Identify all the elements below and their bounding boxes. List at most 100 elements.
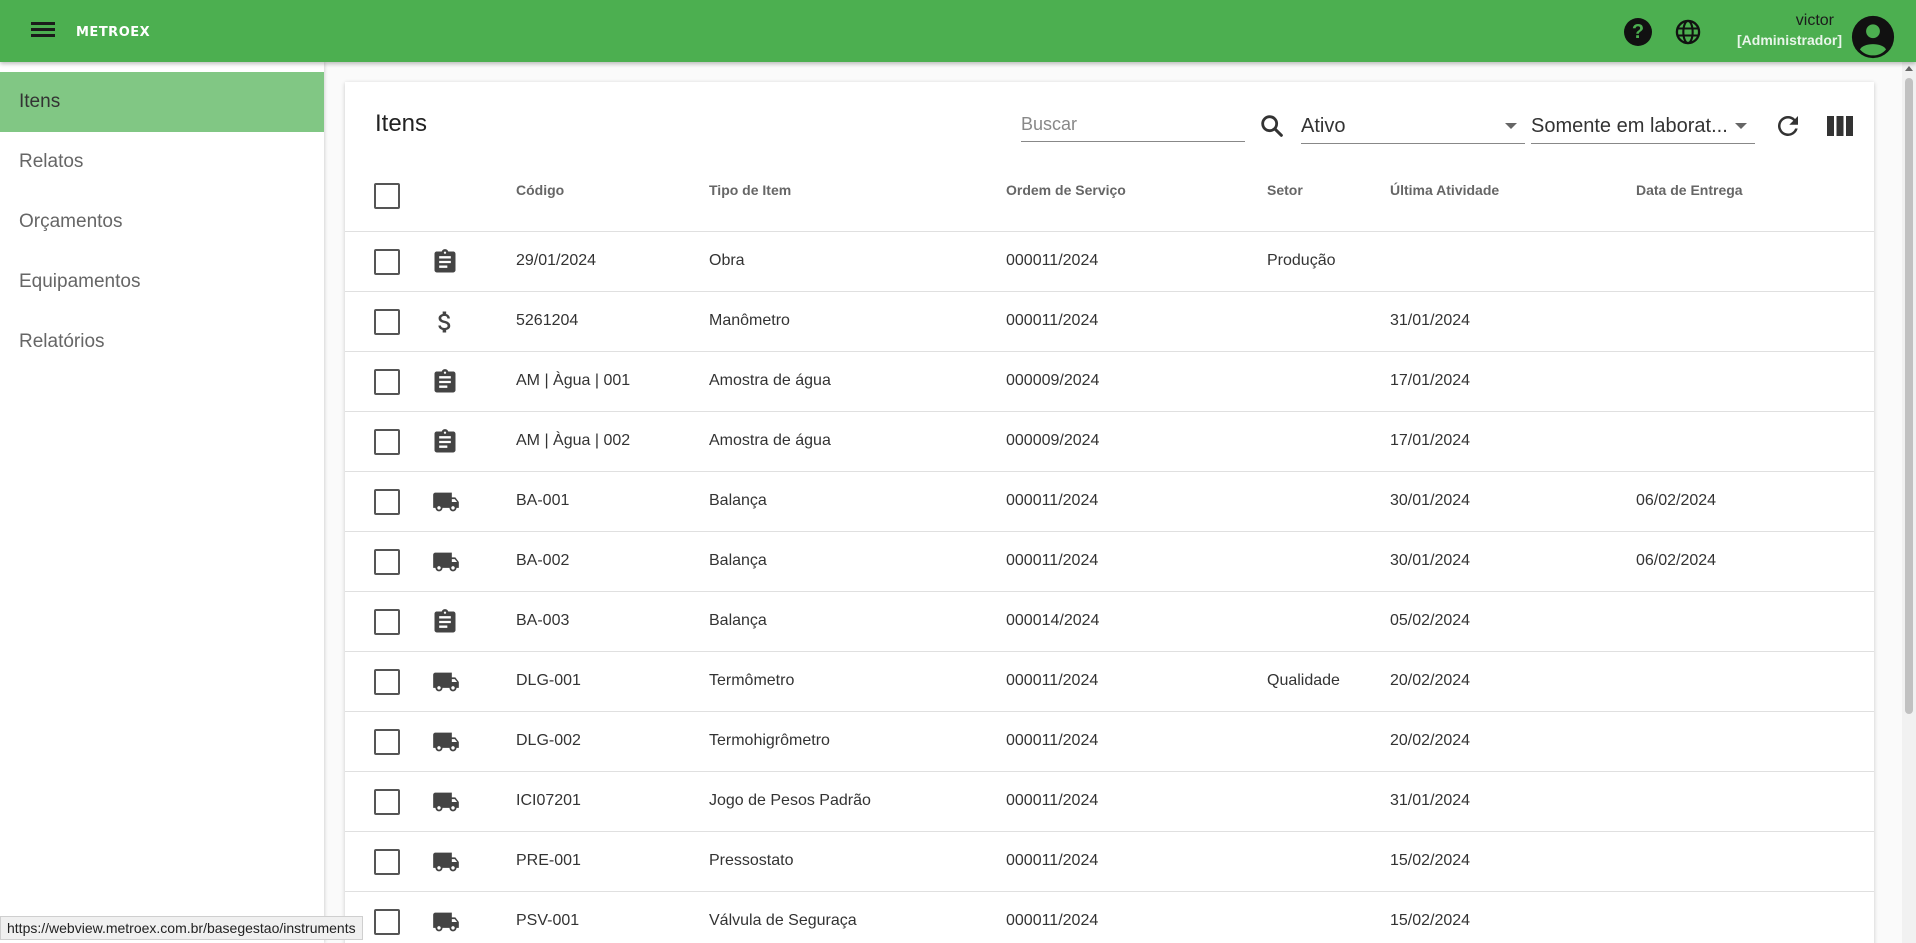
location-filter-select[interactable]: Somente em laborat...: [1531, 108, 1755, 144]
cell-setor: Produção: [1267, 252, 1336, 269]
cell-ordem-servico: 000009/2024: [1006, 372, 1100, 389]
cell-codigo: DLG-002: [516, 732, 581, 749]
column-header-ordem-servico[interactable]: Ordem de Serviço: [1006, 182, 1126, 198]
table-row[interactable]: 5261204 Manômetro 000011/2024 31/01/2024: [345, 291, 1874, 351]
row-checkbox[interactable]: [374, 249, 400, 275]
cell-tipo: Manômetro: [709, 312, 790, 329]
column-header-ultima-atividade[interactable]: Última Atividade: [1390, 182, 1499, 198]
sidebar-item-equipamentos[interactable]: Equipamentos: [0, 252, 324, 312]
cell-ordem-servico: 000011/2024: [1006, 792, 1099, 809]
truck-icon: [431, 788, 461, 816]
cell-ultima-atividade: 20/02/2024: [1390, 732, 1471, 749]
dollar-icon: [431, 308, 461, 336]
scroll-thumb[interactable]: [1905, 78, 1913, 714]
row-checkbox[interactable]: [374, 909, 400, 935]
status-filter-select[interactable]: Ativo: [1301, 108, 1525, 144]
table-row[interactable]: AM | Àgua | 001 Amostra de água 000009/202…: [345, 351, 1874, 411]
cell-ultima-atividade: 31/01/2024: [1390, 312, 1471, 329]
row-checkbox[interactable]: [374, 789, 400, 815]
help-icon[interactable]: ?: [1624, 18, 1652, 46]
cell-tipo: Pressostato: [709, 852, 794, 869]
table-row[interactable]: BA-001 Balança 000011/2024 30/01/2024 06/02/…: [345, 471, 1874, 531]
column-header-data-entrega[interactable]: Data de Entrega: [1636, 182, 1743, 198]
sidebar-item-relatos[interactable]: Relatos: [0, 132, 324, 192]
row-checkbox[interactable]: [374, 369, 400, 395]
row-checkbox[interactable]: [374, 849, 400, 875]
columns-icon[interactable]: [1827, 116, 1853, 136]
column-header-tipo[interactable]: Tipo de Item: [709, 182, 791, 198]
chevron-down-icon: [1505, 123, 1517, 129]
table-row[interactable]: 29/01/2024 Obra 000011/2024 Produção: [345, 231, 1874, 291]
clipboard-icon: [431, 368, 461, 396]
cell-data-entrega: 06/02/2024: [1636, 552, 1717, 569]
refresh-icon[interactable]: [1773, 111, 1803, 141]
status-url: https://webview.metroex.com.br/basegesta…: [0, 916, 363, 940]
cell-codigo: 5261204: [516, 312, 579, 329]
row-checkbox[interactable]: [374, 489, 400, 515]
cell-codigo: BA-002: [516, 552, 570, 569]
table-row[interactable]: AM | Àgua | 002 Amostra de água 000009/202…: [345, 411, 1874, 471]
table-row[interactable]: PSV-001 Válvula de Seguraça 000011/2024 15/…: [345, 891, 1874, 943]
row-checkbox[interactable]: [374, 549, 400, 575]
cell-ultima-atividade: 15/02/2024: [1390, 852, 1471, 869]
search-input[interactable]: [1021, 108, 1245, 142]
cell-ordem-servico: 000011/2024: [1006, 672, 1099, 689]
cell-ordem-servico: 000011/2024: [1006, 852, 1099, 869]
account-avatar-icon[interactable]: [1850, 14, 1896, 60]
cell-codigo: DLG-001: [516, 672, 581, 689]
sidebar-item-itens[interactable]: Itens: [0, 72, 324, 132]
cell-setor: Qualidade: [1267, 672, 1340, 689]
cell-codigo: AM | Àgua | 001: [516, 372, 631, 389]
globe-icon[interactable]: [1674, 18, 1702, 46]
truck-icon: [431, 848, 461, 876]
sidebar-item-relatorios[interactable]: Relatórios: [0, 312, 324, 372]
cell-codigo: 29/01/2024: [516, 252, 597, 269]
cell-codigo: PSV-001: [516, 912, 580, 929]
cell-codigo: BA-003: [516, 612, 570, 629]
table-row[interactable]: DLG-001 Termômetro 000011/2024 Qualidade 20/…: [345, 651, 1874, 711]
sidebar-item-orcamentos[interactable]: Orçamentos: [0, 192, 324, 252]
cell-tipo: Balança: [709, 612, 767, 629]
cell-tipo: Balança: [709, 552, 767, 569]
row-checkbox[interactable]: [374, 309, 400, 335]
cell-ultima-atividade: 15/02/2024: [1390, 912, 1471, 929]
chevron-down-icon: [1735, 123, 1747, 129]
column-header-codigo[interactable]: Código: [516, 182, 564, 198]
row-checkbox[interactable]: [374, 429, 400, 455]
truck-icon: [431, 488, 461, 516]
search-icon[interactable]: [1258, 112, 1286, 140]
cell-tipo: Amostra de água: [709, 432, 831, 449]
user-name: victor: [1795, 12, 1834, 29]
select-all-checkbox[interactable]: [374, 183, 400, 209]
cell-tipo: Obra: [709, 252, 745, 269]
cell-codigo: AM | Àgua | 002: [516, 432, 631, 449]
cell-tipo: Amostra de água: [709, 372, 831, 389]
table-row[interactable]: PRE-001 Pressostato 000011/2024 15/02/2024: [345, 831, 1874, 891]
page-title: Itens: [375, 110, 428, 137]
cell-ordem-servico: 000011/2024: [1006, 912, 1099, 929]
table-row[interactable]: DLG-002 Termohigrômetro 000011/2024 20/02/2…: [345, 711, 1874, 771]
table-row[interactable]: BA-002 Balança 000011/2024 30/01/2024 06/02/…: [345, 531, 1874, 591]
row-checkbox[interactable]: [374, 609, 400, 635]
menu-icon[interactable]: [28, 19, 58, 43]
row-checkbox[interactable]: [374, 669, 400, 695]
cell-ordem-servico: 000011/2024: [1006, 492, 1099, 509]
cell-ultima-atividade: 30/01/2024: [1390, 552, 1471, 569]
clipboard-icon: [431, 248, 461, 276]
page-scrollbar[interactable]: [1902, 62, 1916, 943]
table-row[interactable]: ICI07201 Jogo de Pesos Padrão 000011/2024 3…: [345, 771, 1874, 831]
clipboard-icon: [431, 608, 461, 636]
truck-icon: [431, 728, 461, 756]
table-row[interactable]: BA-003 Balança 000014/2024 05/02/2024: [345, 591, 1874, 651]
scroll-up-arrow-icon[interactable]: [1905, 66, 1913, 71]
app-logo: METROEX: [76, 25, 151, 40]
cell-ultima-atividade: 17/01/2024: [1390, 432, 1471, 449]
cell-codigo: ICI07201: [516, 792, 581, 809]
cell-ordem-servico: 000011/2024: [1006, 552, 1099, 569]
cell-ultima-atividade: 31/01/2024: [1390, 792, 1471, 809]
column-header-setor[interactable]: Setor: [1267, 182, 1303, 198]
clipboard-icon: [431, 428, 461, 456]
row-checkbox[interactable]: [374, 729, 400, 755]
cell-ordem-servico: 000009/2024: [1006, 432, 1100, 449]
sidebar: Itens Relatos Orçamentos Equipamentos Re…: [0, 62, 324, 943]
